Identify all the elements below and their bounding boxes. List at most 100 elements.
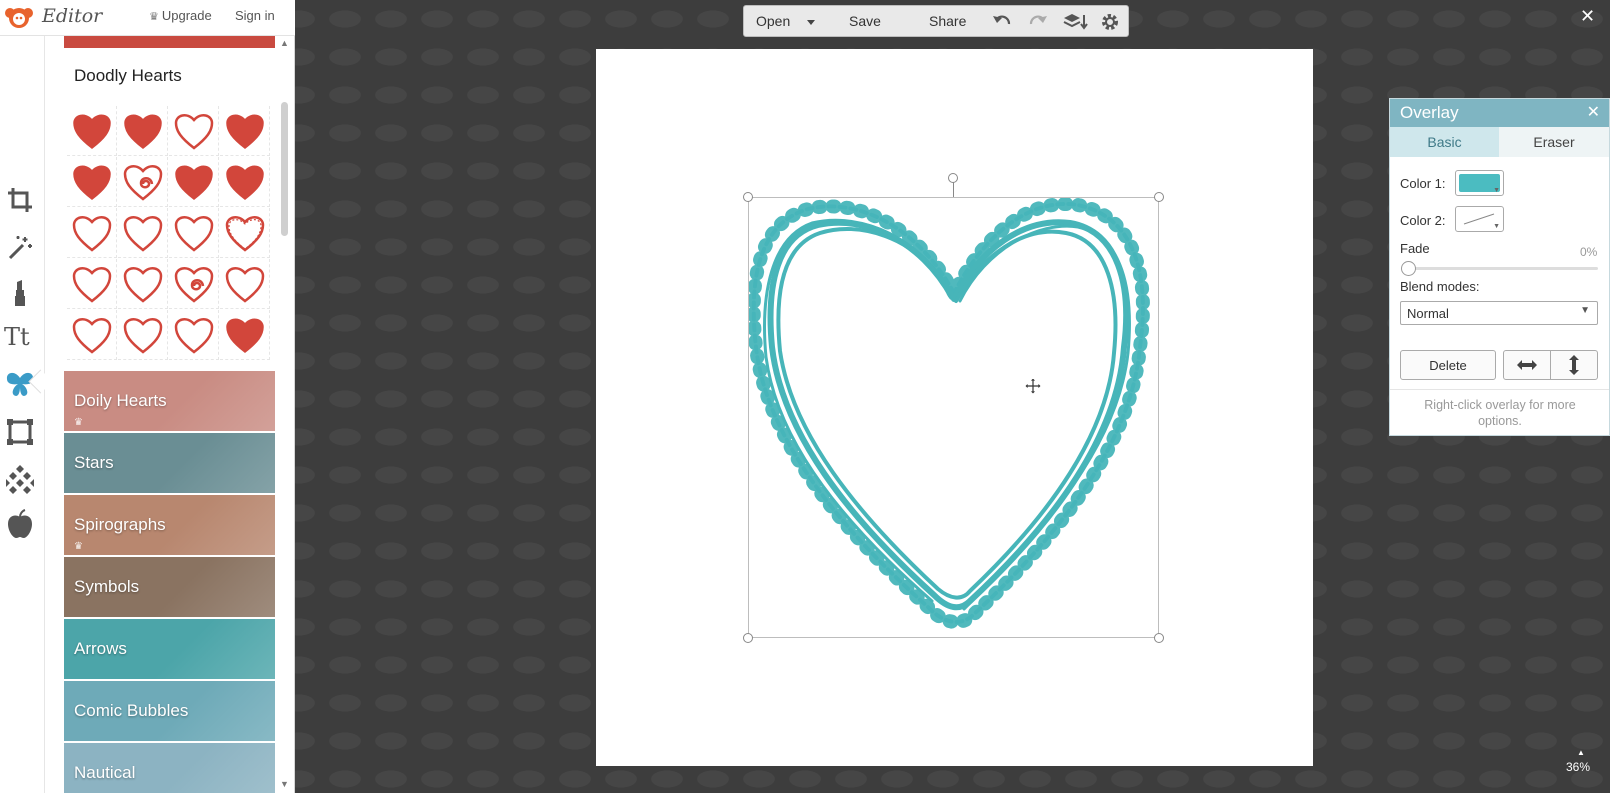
crown-icon: ♛ xyxy=(149,11,159,23)
overlay-selection-box[interactable] xyxy=(748,197,1159,638)
fade-slider-track[interactable] xyxy=(1410,267,1598,270)
texture-icon xyxy=(6,465,34,494)
layers-icon[interactable] xyxy=(1063,12,1089,35)
blend-mode-select[interactable]: Normal ▼ xyxy=(1400,301,1598,325)
color1-picker[interactable]: ▼ xyxy=(1455,170,1504,196)
text-icon: Tt xyxy=(4,323,30,349)
heart-icon xyxy=(72,266,111,303)
touch-up-tool[interactable] xyxy=(3,276,37,310)
fade-value: 0% xyxy=(1580,245,1598,259)
app-header: Editor ♛ Upgrade Sign in xyxy=(0,0,295,36)
palette-header[interactable]: Overlay ✕ xyxy=(1390,99,1609,127)
save-button[interactable]: Save xyxy=(849,13,881,29)
fade-slider-knob[interactable] xyxy=(1401,261,1416,276)
heart-thumbnail[interactable] xyxy=(118,259,168,309)
upgrade-link[interactable]: ♛ Upgrade xyxy=(149,8,212,23)
category-spirographs[interactable]: Spirographs ♛ xyxy=(64,495,275,555)
flip-vertical-button[interactable] xyxy=(1550,350,1598,380)
heart-thumbnail[interactable] xyxy=(67,157,117,207)
previous-category-strip[interactable] xyxy=(64,36,275,48)
heart-thumbnail[interactable] xyxy=(118,310,168,360)
open-button[interactable]: Open xyxy=(756,13,790,29)
heart-thumbnail[interactable] xyxy=(169,259,219,309)
textures-tool[interactable] xyxy=(3,462,37,496)
heart-thumbnail[interactable] xyxy=(169,106,219,156)
heart-thumbnail[interactable] xyxy=(169,208,219,258)
heart-thumbnail[interactable] xyxy=(220,208,270,258)
redo-icon[interactable] xyxy=(1028,12,1048,35)
crop-icon xyxy=(8,188,32,212)
resize-handle-top-right[interactable] xyxy=(1154,192,1164,202)
frames-tool[interactable] xyxy=(3,415,37,449)
open-dropdown-icon[interactable] xyxy=(806,14,816,32)
resize-handle-top-left[interactable] xyxy=(743,192,753,202)
close-editor-icon[interactable]: ✕ xyxy=(1580,6,1595,27)
themes-tool[interactable] xyxy=(3,507,37,541)
category-symbols[interactable]: Symbols xyxy=(64,557,275,617)
scroll-thumb[interactable] xyxy=(281,102,288,236)
move-icon[interactable] xyxy=(1024,377,1042,400)
heart-icon xyxy=(225,318,264,353)
tab-eraser[interactable]: Eraser xyxy=(1499,127,1609,157)
tool-rail: Tt xyxy=(0,36,45,793)
panel-scrollbar[interactable]: ▲ ▼ xyxy=(278,36,292,793)
zoom-caret-icon[interactable]: ▲ xyxy=(1577,748,1585,757)
heart-thumbnail[interactable] xyxy=(169,310,219,360)
tab-basic[interactable]: Basic xyxy=(1390,127,1499,157)
resize-handle-bottom-right[interactable] xyxy=(1154,633,1164,643)
heart-icon xyxy=(123,114,162,149)
premium-crown-icon: ♛ xyxy=(74,541,83,552)
flip-horizontal-icon xyxy=(1517,360,1537,370)
palette-close-icon[interactable]: ✕ xyxy=(1587,102,1600,122)
top-toolbar: Open Save Share xyxy=(743,5,1129,37)
heart-icon xyxy=(123,164,162,201)
apple-icon xyxy=(8,509,32,538)
category-comic-bubbles[interactable]: Comic Bubbles xyxy=(64,681,275,741)
left-sidebar: Editor ♛ Upgrade Sign in Tt Doodly Heart… xyxy=(0,0,295,793)
delete-button[interactable]: Delete xyxy=(1400,350,1496,380)
color2-dropdown-icon: ▼ xyxy=(1493,223,1500,230)
heart-thumbnail[interactable] xyxy=(118,157,168,207)
text-tool[interactable]: Tt xyxy=(3,319,37,353)
effects-tool[interactable] xyxy=(3,231,37,265)
category-arrows[interactable]: Arrows xyxy=(64,619,275,679)
rotate-handle[interactable] xyxy=(948,173,958,183)
flip-horizontal-button[interactable] xyxy=(1503,350,1551,380)
palette-hint: Right-click overlay for more options. xyxy=(1424,398,1576,428)
share-button[interactable]: Share xyxy=(929,13,966,29)
category-label: Symbols xyxy=(74,577,140,596)
heart-thumbnail[interactable] xyxy=(220,157,270,207)
color2-picker[interactable]: ▼ xyxy=(1455,206,1504,232)
heart-icon xyxy=(72,114,111,149)
heart-thumbnail[interactable] xyxy=(67,259,117,309)
heart-thumbnail[interactable] xyxy=(169,157,219,207)
overlays-tool[interactable] xyxy=(3,367,37,401)
zoom-level[interactable]: 36% xyxy=(1566,760,1590,774)
settings-gear-icon[interactable] xyxy=(1100,12,1120,37)
heart-icon xyxy=(72,215,111,252)
logo-text: Editor xyxy=(42,5,103,27)
category-doily-hearts[interactable]: Doily Hearts ♛ xyxy=(64,371,275,431)
crop-tool[interactable] xyxy=(3,183,37,217)
heart-icon xyxy=(174,317,213,354)
heart-icon xyxy=(225,215,264,252)
heart-thumbnail[interactable] xyxy=(67,106,117,156)
heart-thumbnail[interactable] xyxy=(220,310,270,360)
upgrade-label: Upgrade xyxy=(161,8,212,23)
heart-thumbnail[interactable] xyxy=(67,208,117,258)
category-nautical[interactable]: Nautical xyxy=(64,743,275,793)
section-title: Doodly Hearts xyxy=(74,66,182,85)
scroll-down-icon[interactable]: ▼ xyxy=(280,779,289,789)
butterfly-icon xyxy=(6,372,34,396)
heart-thumbnail[interactable] xyxy=(118,106,168,156)
heart-thumbnail[interactable] xyxy=(67,310,117,360)
logo-icon[interactable] xyxy=(2,4,36,30)
heart-thumbnail[interactable] xyxy=(220,106,270,156)
category-stars[interactable]: Stars xyxy=(64,433,275,493)
heart-thumbnail[interactable] xyxy=(220,259,270,309)
resize-handle-bottom-left[interactable] xyxy=(743,633,753,643)
undo-icon[interactable] xyxy=(992,12,1012,35)
heart-thumbnail[interactable] xyxy=(118,208,168,258)
sign-in-link[interactable]: Sign in xyxy=(235,8,275,23)
scroll-up-icon[interactable]: ▲ xyxy=(280,38,289,48)
